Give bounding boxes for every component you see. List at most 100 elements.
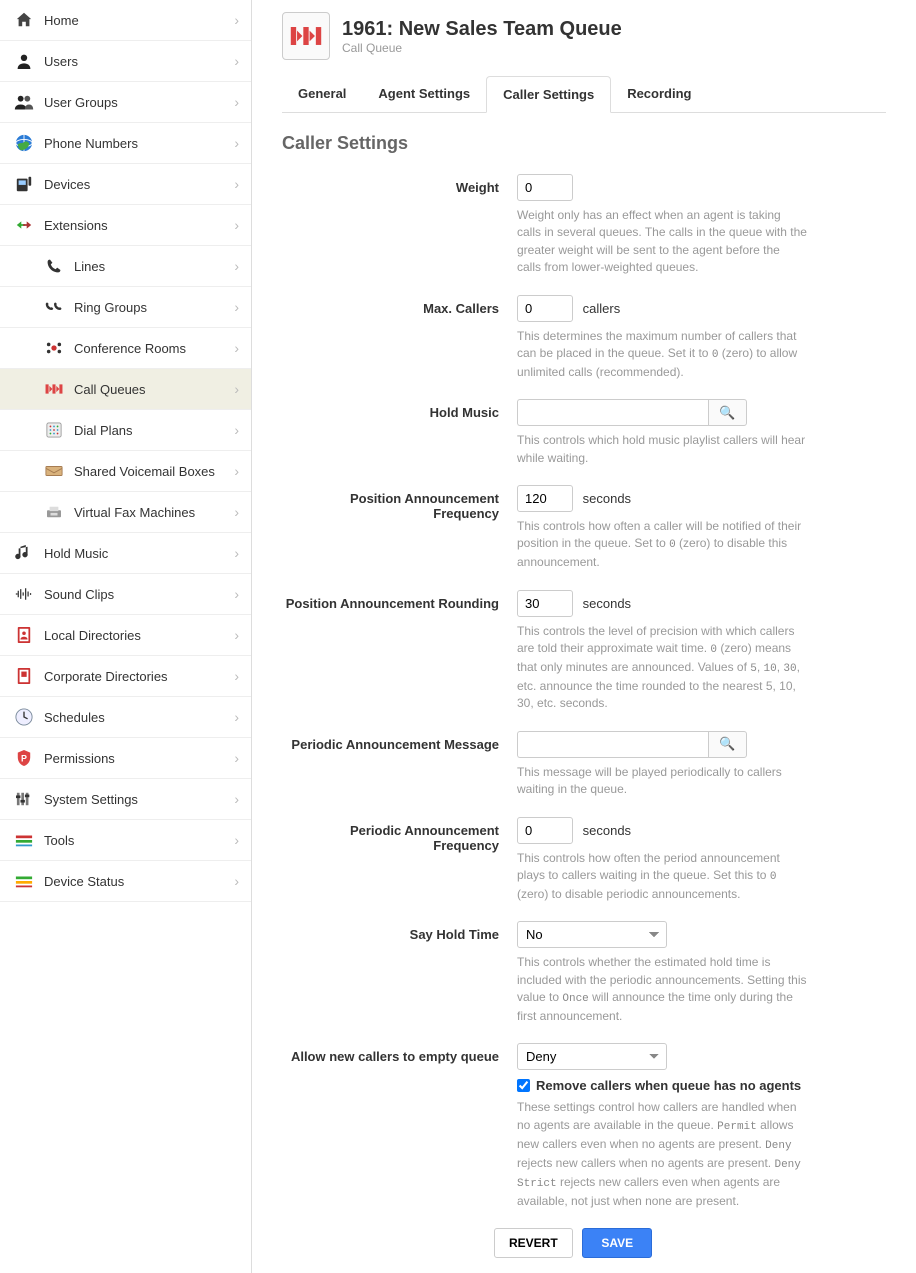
- arrows-icon: [12, 215, 36, 235]
- sidebar-item-label: Extensions: [44, 218, 234, 233]
- group-icon: [12, 92, 36, 112]
- chevron-right-icon: ›: [234, 217, 239, 233]
- conference-icon: [42, 338, 66, 358]
- tools-icon: [12, 830, 36, 850]
- sidebar-item-ring-groups[interactable]: Ring Groups ›: [0, 287, 251, 328]
- sidebar-item-conference-rooms[interactable]: Conference Rooms ›: [0, 328, 251, 369]
- queue-header-icon: [282, 12, 330, 60]
- chevron-right-icon: ›: [234, 94, 239, 110]
- pos-ann-freq-label: Position Announcement Frequency: [282, 485, 517, 572]
- voicemail-icon: [42, 461, 66, 481]
- sidebar-item-users[interactable]: Users ›: [0, 41, 251, 82]
- periodic-freq-label: Periodic Announcement Frequency: [282, 817, 517, 904]
- say-hold-label: Say Hold Time: [282, 921, 517, 1025]
- sidebar-item-extensions[interactable]: Extensions ›: [0, 205, 251, 246]
- sidebar-item-label: System Settings: [44, 792, 234, 807]
- sidebar-item-dial-plans[interactable]: Dial Plans ›: [0, 410, 251, 451]
- save-button[interactable]: SAVE: [582, 1228, 652, 1258]
- weight-label: Weight: [282, 174, 517, 277]
- sound-icon: [12, 584, 36, 604]
- remove-callers-checkbox[interactable]: [517, 1079, 530, 1092]
- allow-empty-label: Allow new callers to empty queue: [282, 1043, 517, 1210]
- tab-agent-settings[interactable]: Agent Settings: [362, 76, 486, 112]
- field-hold-music: Hold Music 🔍 This controls which hold mu…: [282, 399, 886, 467]
- corporate-directory-icon: [12, 666, 36, 686]
- max-callers-input[interactable]: [517, 295, 573, 322]
- pos-ann-round-unit: seconds: [583, 596, 631, 611]
- periodic-freq-input[interactable]: [517, 817, 573, 844]
- sidebar-item-system-settings[interactable]: System Settings ›: [0, 779, 251, 820]
- chevron-right-icon: ›: [234, 791, 239, 807]
- tab-recording[interactable]: Recording: [611, 76, 707, 112]
- sidebar-item-devices[interactable]: Devices ›: [0, 164, 251, 205]
- chevron-right-icon: ›: [234, 340, 239, 356]
- periodic-msg-search-button[interactable]: 🔍: [708, 731, 747, 758]
- sidebar-item-hold-music[interactable]: Hold Music ›: [0, 533, 251, 574]
- status-icon: [12, 871, 36, 891]
- sidebar-item-sound-clips[interactable]: Sound Clips ›: [0, 574, 251, 615]
- svg-text:P: P: [21, 754, 27, 764]
- ring-group-icon: [42, 297, 66, 317]
- chevron-right-icon: ›: [234, 135, 239, 151]
- sidebar-item-lines[interactable]: Lines ›: [0, 246, 251, 287]
- field-weight: Weight Weight only has an effect when an…: [282, 174, 886, 277]
- hold-music-search-button[interactable]: 🔍: [708, 399, 747, 426]
- page-header: 1961: New Sales Team Queue Call Queue: [282, 12, 886, 60]
- field-pos-ann-round: Position Announcement Rounding seconds T…: [282, 590, 886, 713]
- user-icon: [12, 51, 36, 71]
- sidebar-item-device-status[interactable]: Device Status ›: [0, 861, 251, 902]
- sidebar-item-home[interactable]: Home ›: [0, 0, 251, 41]
- sidebar-item-corporate-directories[interactable]: Corporate Directories ›: [0, 656, 251, 697]
- pos-ann-freq-input[interactable]: [517, 485, 573, 512]
- field-periodic-freq: Periodic Announcement Frequency seconds …: [282, 817, 886, 904]
- revert-button[interactable]: REVERT: [494, 1228, 573, 1258]
- field-pos-ann-freq: Position Announcement Frequency seconds …: [282, 485, 886, 572]
- page-title: 1961: New Sales Team Queue: [342, 18, 622, 41]
- sidebar-item-label: Sound Clips: [44, 587, 234, 602]
- sidebar-item-call-queues[interactable]: Call Queues ›: [0, 369, 251, 410]
- sidebar-item-label: Shared Voicemail Boxes: [74, 464, 234, 479]
- periodic-msg-input[interactable]: [517, 731, 708, 758]
- say-hold-select[interactable]: No: [517, 921, 667, 948]
- sidebar: Home › Users › User Groups › Phone Numbe…: [0, 0, 252, 1273]
- sidebar-item-label: Lines: [74, 259, 234, 274]
- sidebar-item-label: Device Status: [44, 874, 234, 889]
- chevron-right-icon: ›: [234, 832, 239, 848]
- device-icon: [12, 174, 36, 194]
- sidebar-item-user-groups[interactable]: User Groups ›: [0, 82, 251, 123]
- tab-general[interactable]: General: [282, 76, 362, 112]
- sidebar-item-label: Virtual Fax Machines: [74, 505, 234, 520]
- allow-empty-help: These settings control how callers are h…: [517, 1099, 807, 1210]
- queue-icon: [42, 379, 66, 399]
- search-icon: 🔍: [719, 405, 735, 421]
- hold-music-input[interactable]: [517, 399, 708, 426]
- sidebar-item-phone-numbers[interactable]: Phone Numbers ›: [0, 123, 251, 164]
- chevron-right-icon: ›: [234, 873, 239, 889]
- chevron-right-icon: ›: [234, 545, 239, 561]
- chevron-right-icon: ›: [234, 176, 239, 192]
- dial-plan-icon: [42, 420, 66, 440]
- chevron-right-icon: ›: [234, 668, 239, 684]
- chevron-right-icon: ›: [234, 627, 239, 643]
- max-callers-unit: callers: [583, 301, 621, 316]
- sidebar-item-permissions[interactable]: P Permissions ›: [0, 738, 251, 779]
- sidebar-item-virtual-fax[interactable]: Virtual Fax Machines ›: [0, 492, 251, 533]
- tab-caller-settings[interactable]: Caller Settings: [486, 76, 611, 113]
- tabs: General Agent Settings Caller Settings R…: [282, 76, 886, 113]
- remove-callers-label: Remove callers when queue has no agents: [536, 1078, 801, 1093]
- weight-input[interactable]: [517, 174, 573, 201]
- allow-empty-select[interactable]: Deny: [517, 1043, 667, 1070]
- chevron-right-icon: ›: [234, 258, 239, 274]
- fax-icon: [42, 502, 66, 522]
- sidebar-item-local-directories[interactable]: Local Directories ›: [0, 615, 251, 656]
- sidebar-item-shared-voicemail[interactable]: Shared Voicemail Boxes ›: [0, 451, 251, 492]
- chevron-right-icon: ›: [234, 463, 239, 479]
- sidebar-item-label: Phone Numbers: [44, 136, 234, 151]
- chevron-right-icon: ›: [234, 504, 239, 520]
- pos-ann-round-input[interactable]: [517, 590, 573, 617]
- chevron-right-icon: ›: [234, 299, 239, 315]
- sidebar-item-schedules[interactable]: Schedules ›: [0, 697, 251, 738]
- sidebar-item-label: Home: [44, 13, 234, 28]
- sidebar-item-label: Conference Rooms: [74, 341, 234, 356]
- sidebar-item-tools[interactable]: Tools ›: [0, 820, 251, 861]
